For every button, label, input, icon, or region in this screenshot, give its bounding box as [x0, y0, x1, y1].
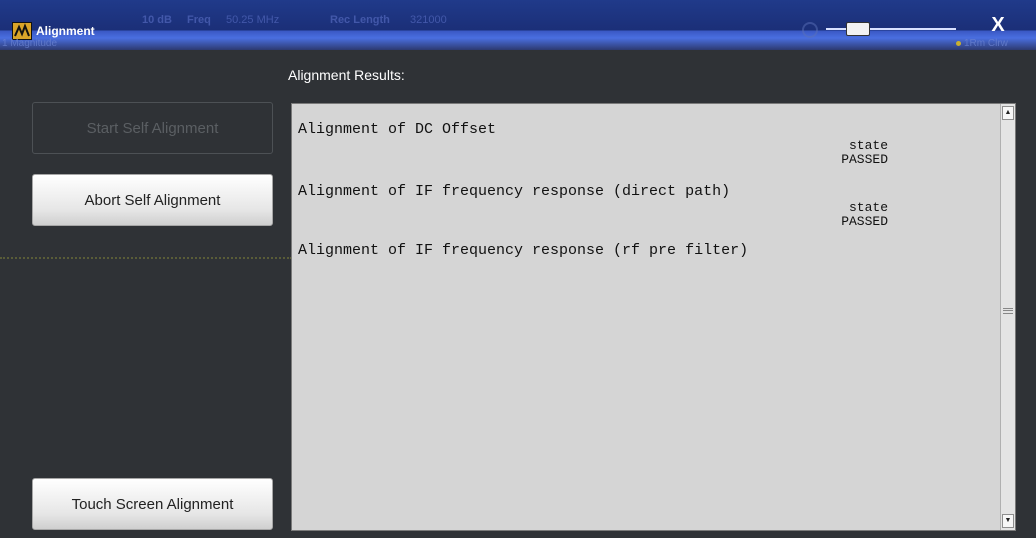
- result-line-dc-offset: Alignment of DC Offset: [298, 121, 497, 138]
- background-freq-label: Freq: [187, 14, 211, 26]
- scroll-up-arrow-icon: ▲: [1004, 109, 1012, 116]
- scroll-grip-icon[interactable]: [1003, 308, 1013, 314]
- alignment-results-text: Alignment of DC Offset state PASSED Alig…: [292, 104, 994, 530]
- background-grid-line: [0, 257, 292, 259]
- background-rec-length-value: 321000: [410, 14, 447, 26]
- result-state-value: PASSED: [841, 152, 888, 167]
- background-circle-icon: [802, 22, 818, 38]
- result-state-label: state: [848, 138, 888, 153]
- start-self-alignment-button[interactable]: Start Self Alignment: [32, 102, 273, 154]
- result-state-label: state: [848, 200, 888, 215]
- background-freq-value: 50.25 MHz: [226, 14, 280, 26]
- result-line-if-rf-pre-filter: Alignment of IF frequency response (rf p…: [298, 242, 749, 259]
- scroll-up-button[interactable]: ▲: [1002, 106, 1014, 120]
- abort-self-alignment-button[interactable]: Abort Self Alignment: [32, 174, 273, 226]
- transparency-slider-thumb[interactable]: [846, 22, 870, 36]
- alignment-results-box[interactable]: Alignment of DC Offset state PASSED Alig…: [291, 103, 1016, 531]
- touch-screen-alignment-button[interactable]: Touch Screen Alignment: [32, 478, 273, 530]
- result-line-if-direct-path: Alignment of IF frequency response (dire…: [298, 183, 731, 200]
- scroll-down-arrow-icon: ▼: [1004, 517, 1012, 524]
- close-icon: X: [991, 14, 1005, 36]
- background-rec-length-label: Rec Length: [330, 14, 390, 26]
- alignment-results-label: Alignment Results:: [288, 67, 405, 83]
- title-bar: Alignment 10 dB Freq 50.25 MHz Rec Lengt…: [0, 0, 1036, 50]
- background-magnitude-label: 1 Magnitude: [2, 38, 58, 49]
- close-button[interactable]: X: [960, 10, 1036, 50]
- scroll-down-button[interactable]: ▼: [1002, 514, 1014, 528]
- window-title: Alignment: [36, 24, 95, 38]
- result-state-value: PASSED: [841, 214, 888, 229]
- results-scrollbar[interactable]: ▲ ▼: [1000, 104, 1015, 530]
- background-ref-level: 10 dB: [142, 14, 172, 26]
